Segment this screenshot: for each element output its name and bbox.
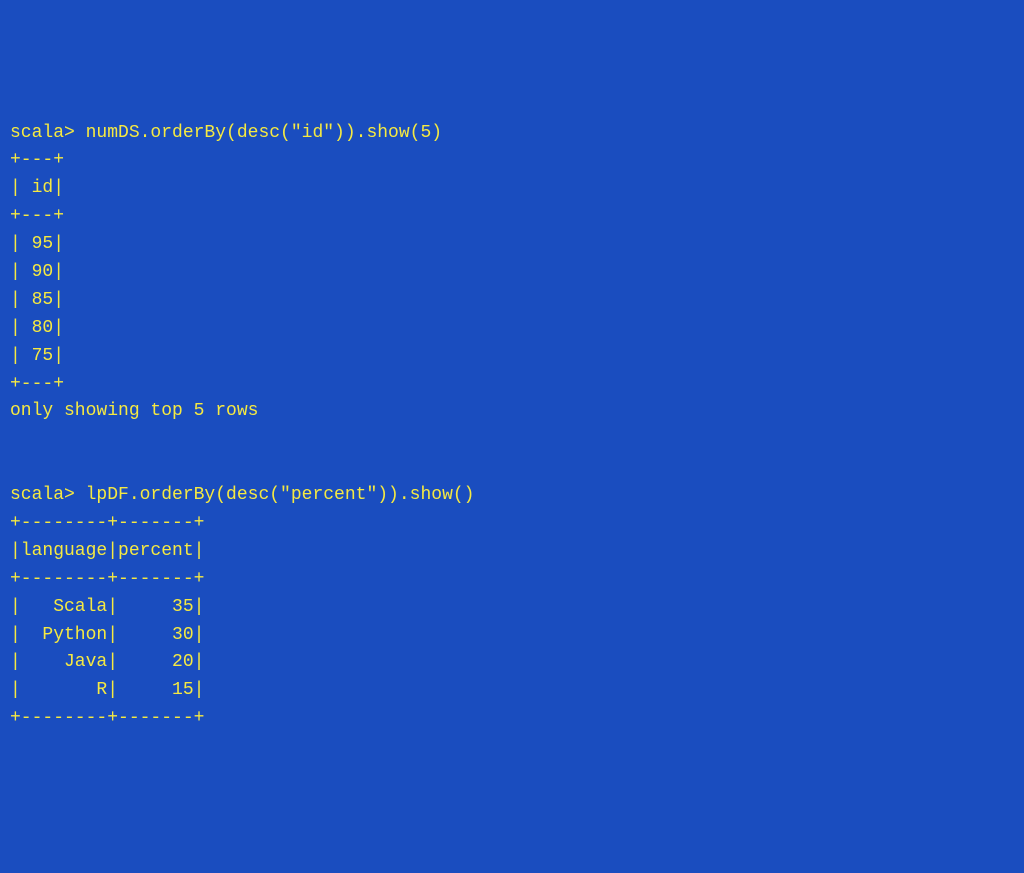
terminal-line: +--------+-------+ [10,566,1014,594]
terminal-line: | R| 15| [10,677,1014,705]
terminal-line: +--------+-------+ [10,510,1014,538]
terminal-line: only showing top 5 rows [10,398,1014,426]
terminal-line: scala> lpDF.orderBy(desc("percent")).sho… [10,482,1014,510]
terminal-line: +---+ [10,203,1014,231]
terminal-line [10,454,1014,482]
terminal-line: |language|percent| [10,538,1014,566]
terminal-line: +---+ [10,147,1014,175]
terminal-line: | 95| [10,231,1014,259]
terminal-line: +---+ [10,371,1014,399]
terminal-line: | id| [10,175,1014,203]
terminal-line: +--------+-------+ [10,705,1014,733]
terminal-line: scala> numDS.orderBy(desc("id")).show(5) [10,120,1014,148]
terminal-line: | 90| [10,259,1014,287]
terminal-output[interactable]: scala> numDS.orderBy(desc("id")).show(5)… [10,120,1014,734]
terminal-line: | Scala| 35| [10,594,1014,622]
terminal-line: | 80| [10,315,1014,343]
terminal-line: | Java| 20| [10,649,1014,677]
terminal-line: | Python| 30| [10,622,1014,650]
terminal-line [10,426,1014,454]
terminal-line: | 75| [10,343,1014,371]
terminal-line: | 85| [10,287,1014,315]
